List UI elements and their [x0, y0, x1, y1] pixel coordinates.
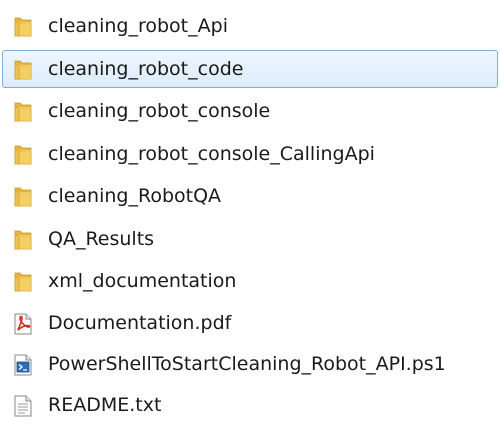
file-name: Documentation.pdf — [48, 312, 232, 334]
list-item-documentation-pdf[interactable]: Documentation.pdf — [2, 304, 498, 342]
list-item-powershell-script[interactable]: PowerShellToStartCleaning_Robot_API.ps1 — [2, 345, 498, 383]
folder-icon — [11, 100, 35, 124]
file-name: cleaning_RobotQA — [48, 185, 222, 207]
file-name: PowerShellToStartCleaning_Robot_API.ps1 — [48, 353, 446, 375]
list-item-cleaning-robot-code[interactable]: cleaning_robot_code — [2, 50, 498, 88]
pdf-file-icon — [11, 312, 35, 336]
file-list: cleaning_robot_Api cleaning_robot_code c… — [0, 0, 500, 418]
folder-icon — [11, 270, 35, 294]
list-item-cleaning-robotqa[interactable]: cleaning_RobotQA — [2, 177, 498, 215]
list-item-cleaning-robot-console[interactable]: cleaning_robot_console — [2, 92, 498, 130]
file-name: cleaning_robot_console_CallingApi — [48, 143, 375, 165]
folder-icon — [11, 185, 35, 209]
list-item-cleaning-robot-console-callingapi[interactable]: cleaning_robot_console_CallingApi — [2, 135, 498, 173]
folder-icon — [11, 228, 35, 252]
list-item-xml-documentation[interactable]: xml_documentation — [2, 262, 498, 300]
folder-icon — [11, 58, 35, 82]
list-item-qa-results[interactable]: QA_Results — [2, 220, 498, 258]
file-name: xml_documentation — [48, 270, 237, 292]
file-name: cleaning_robot_Api — [48, 15, 228, 37]
list-item-cleaning-robot-api[interactable]: cleaning_robot_Api — [2, 7, 498, 45]
file-name: QA_Results — [48, 228, 155, 250]
text-file-icon — [11, 394, 35, 418]
powershell-script-icon — [11, 353, 35, 377]
folder-icon — [11, 15, 35, 39]
file-name: cleaning_robot_console — [48, 100, 271, 122]
file-name: cleaning_robot_code — [48, 58, 244, 80]
list-item-readme-txt[interactable]: README.txt — [2, 386, 498, 424]
folder-icon — [11, 143, 35, 167]
